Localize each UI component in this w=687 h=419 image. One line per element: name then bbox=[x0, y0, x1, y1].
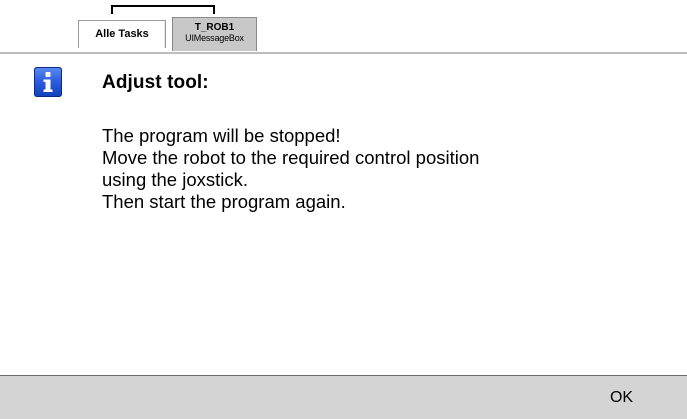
tab-alle-tasks[interactable]: Alle Tasks bbox=[78, 20, 166, 48]
message-body: The program will be stopped! Move the ro… bbox=[102, 125, 662, 213]
tab-connector-line bbox=[111, 5, 215, 14]
task-tab-strip: Alle Tasks T_ROB1 UIMessageBox bbox=[0, 0, 687, 52]
button-bar: OK bbox=[0, 375, 687, 419]
tab-divider bbox=[0, 52, 687, 54]
message-line: Then start the program again. bbox=[102, 191, 346, 212]
tab-t-rob1[interactable]: T_ROB1 UIMessageBox bbox=[172, 17, 257, 51]
tab-t-rob1-subtitle: UIMessageBox bbox=[185, 33, 244, 43]
message-line: using the joxstick. bbox=[102, 169, 249, 190]
info-icon bbox=[34, 67, 62, 97]
ok-button[interactable]: OK bbox=[556, 376, 687, 419]
message-line: The program will be stopped! bbox=[102, 125, 341, 146]
message-title: Adjust tool: bbox=[102, 72, 209, 93]
message-line: Move the robot to the required control p… bbox=[102, 147, 480, 168]
tab-t-rob1-title: T_ROB1 bbox=[194, 22, 235, 33]
